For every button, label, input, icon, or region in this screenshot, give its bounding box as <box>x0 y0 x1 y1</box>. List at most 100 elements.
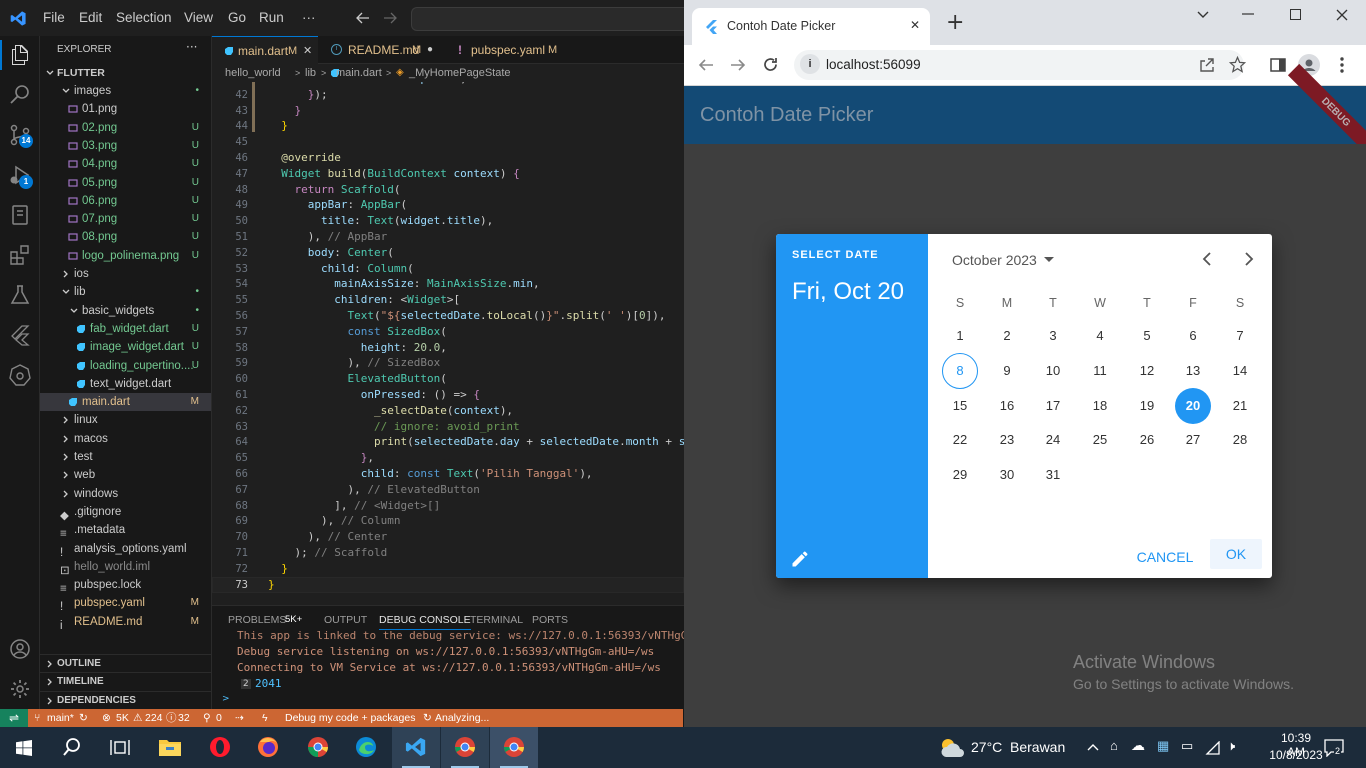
tab-pubspec[interactable]: ! pubspec.yaml M <box>444 36 564 64</box>
calendar-day[interactable]: 28 <box>1222 422 1258 458</box>
chrome-menu-icon[interactable] <box>1340 57 1344 73</box>
error-count[interactable]: 5K <box>116 709 129 727</box>
taskbar-opera[interactable] <box>196 727 244 768</box>
panel-tab-ports[interactable]: PORTS <box>532 614 568 626</box>
taskbar-vscode[interactable] <box>392 727 440 768</box>
calendar-day[interactable]: 15 <box>942 388 978 424</box>
file-tree-item[interactable]: i README.md M <box>40 613 211 632</box>
breadcrumb-item[interactable]: hello_world <box>225 64 281 82</box>
onedrive-icon[interactable]: ☁ <box>1131 737 1145 754</box>
calendar-day[interactable]: 6 <box>1175 318 1211 354</box>
flutter-icon[interactable] <box>8 323 32 347</box>
ok-button[interactable]: OK <box>1210 539 1262 569</box>
reload-icon[interactable] <box>762 56 779 73</box>
calendar-day[interactable]: 12 <box>1129 353 1165 389</box>
address-bar[interactable]: i localhost:56099 <box>794 50 1246 80</box>
tab-close-icon[interactable]: ✕ <box>303 37 312 65</box>
testing-icon[interactable] <box>8 283 32 307</box>
weather-temp[interactable]: 27°C <box>971 739 1002 755</box>
calendar-day[interactable]: 30 <box>989 457 1025 493</box>
nav-back-icon[interactable] <box>356 11 370 25</box>
browser-tab[interactable]: Contoh Date Picker ✕ <box>692 8 930 45</box>
weather-cloudy-icon[interactable] <box>938 735 966 759</box>
menu-file[interactable]: File <box>43 10 65 25</box>
calendar-day[interactable]: 4 <box>1082 318 1118 354</box>
tab-readme[interactable]: i README.md M ● <box>319 36 443 64</box>
calendar-day[interactable]: 18 <box>1082 388 1118 424</box>
speaker-muted-icon[interactable]: 🕨 <box>1227 738 1235 754</box>
wifi-icon[interactable] <box>1205 741 1221 755</box>
file-tree-item[interactable]: ios <box>40 265 211 283</box>
calendar-day[interactable]: 19 <box>1129 388 1165 424</box>
menu-run[interactable]: Run <box>259 10 284 25</box>
weather-text[interactable]: Berawan <box>1010 739 1065 755</box>
file-tree-item[interactable]: ! pubspec.yaml M <box>40 594 211 613</box>
share-icon[interactable] <box>1199 57 1215 73</box>
cancel-button[interactable]: CANCEL <box>1132 544 1198 570</box>
dependencies-section[interactable]: DEPENDENCIES <box>40 691 211 709</box>
file-tree-item[interactable]: 05.png U <box>40 174 211 192</box>
calendar-day[interactable]: 10 <box>1035 353 1071 389</box>
settings-gear-icon[interactable] <box>8 677 32 701</box>
calendar-day[interactable]: 2 <box>989 318 1025 354</box>
taskbar-chrome-3[interactable] <box>490 727 538 768</box>
minimize-icon[interactable] <box>1242 13 1254 15</box>
calendar-day-selected[interactable]: 20 <box>1175 387 1211 424</box>
file-tree-item[interactable]: text_widget.dart <box>40 375 211 393</box>
menu-edit[interactable]: Edit <box>79 10 102 25</box>
file-tree-item[interactable]: 07.png U <box>40 210 211 228</box>
calendar-day[interactable]: 21 <box>1222 388 1258 424</box>
file-tree-item[interactable]: macos <box>40 430 211 448</box>
taskbar-task-view[interactable] <box>96 727 144 768</box>
calendar-day[interactable]: 24 <box>1035 422 1071 458</box>
next-month-icon[interactable] <box>1241 252 1255 266</box>
calendar-day[interactable]: 22 <box>942 422 978 458</box>
notebook-icon[interactable] <box>8 203 32 227</box>
calendar-day[interactable]: 16 <box>989 388 1025 424</box>
panel-tab-output[interactable]: OUTPUT <box>324 614 367 626</box>
taskbar-search[interactable] <box>48 727 96 768</box>
warning-count[interactable]: 224 <box>145 709 163 727</box>
site-info-icon[interactable]: i <box>800 54 820 74</box>
git-branch[interactable]: main* <box>47 709 74 727</box>
taskbar-edge[interactable] <box>342 727 390 768</box>
tab-dirty-dot[interactable]: ● <box>427 36 433 64</box>
start-button[interactable] <box>0 727 48 768</box>
breadcrumb-item[interactable]: _MyHomePageState <box>409 64 511 82</box>
file-tree-item[interactable]: linux <box>40 411 211 429</box>
tab-close-icon[interactable]: ✕ <box>910 18 920 32</box>
back-icon[interactable] <box>698 57 714 73</box>
file-tree-item[interactable]: web <box>40 466 211 484</box>
breadcrumb-item[interactable]: main.dart <box>336 64 382 82</box>
file-tree-item[interactable]: 06.png U <box>40 192 211 210</box>
command-center[interactable] <box>411 7 684 31</box>
file-tree-item[interactable]: test <box>40 448 211 466</box>
file-tree-item[interactable]: loading_cupertino.... U <box>40 357 211 375</box>
clock-date[interactable]: 10/8/2023 <box>1268 748 1324 762</box>
calendar-day[interactable]: 5 <box>1129 318 1165 354</box>
account-icon[interactable] <box>8 637 32 661</box>
file-tree-item[interactable]: main.dart M <box>40 393 211 412</box>
file-tree-item[interactable]: basic_widgets • <box>40 302 211 320</box>
calendar-day-today[interactable]: 8 <box>942 352 978 389</box>
explorer-icon[interactable] <box>8 43 32 67</box>
maximize-icon[interactable] <box>1290 9 1301 20</box>
file-tree-item[interactable]: ≡ pubspec.lock <box>40 576 211 595</box>
search-icon[interactable] <box>8 83 32 107</box>
file-tree-item[interactable]: images • <box>40 82 211 100</box>
calendar-day[interactable]: 29 <box>942 457 978 493</box>
close-window-icon[interactable] <box>1336 9 1348 21</box>
workspace-root[interactable]: FLUTTER <box>40 64 211 82</box>
calendar-day[interactable]: 26 <box>1129 422 1165 458</box>
file-tree-item[interactable]: ⊡ hello_world.iml <box>40 558 211 577</box>
network-app-icon[interactable]: ▦ <box>1157 738 1169 754</box>
file-tree-item[interactable]: fab_widget.dart U <box>40 320 211 338</box>
side-panel-icon[interactable] <box>1270 57 1286 73</box>
debug-run-icon[interactable]: ⇢ <box>235 709 244 727</box>
file-tree-item[interactable]: ◆ .gitignore <box>40 503 211 522</box>
calendar-day[interactable]: 31 <box>1035 457 1071 493</box>
taskbar-firefox[interactable] <box>244 727 292 768</box>
menu-go[interactable]: Go <box>228 10 246 25</box>
calendar-day[interactable]: 7 <box>1222 318 1258 354</box>
battery-icon[interactable]: ▭ <box>1181 738 1193 754</box>
